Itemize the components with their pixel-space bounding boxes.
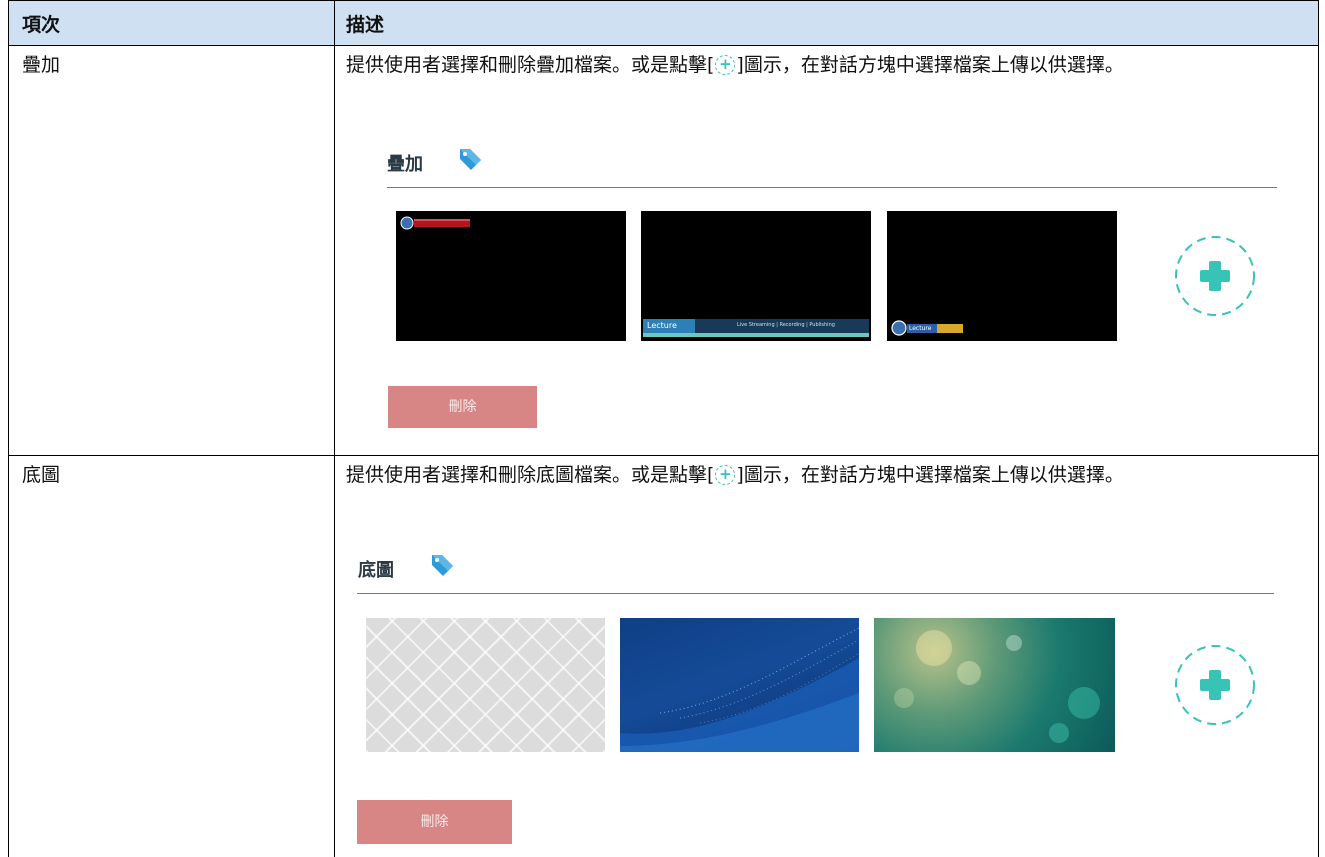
description-text-start: 提供使用者選擇和刪除底圖檔案。或是點擊[ xyxy=(346,464,715,486)
overlay-ticker-label: Live Streaming | Recording | Publishing xyxy=(737,322,835,328)
overlay-thumbnail[interactable]: Lecture xyxy=(887,211,1117,341)
delete-button[interactable]: 刪除 xyxy=(388,386,537,428)
row-description: 提供使用者選擇和刪除底圖檔案。或是點擊[+]圖示，在對話方塊中選擇檔案上傳以供選… xyxy=(346,461,1296,489)
panel-divider xyxy=(387,187,1277,188)
overlay-lecture-small-label: Lecture xyxy=(909,325,932,332)
header-item: 項次 xyxy=(22,14,61,36)
background-thumbnail[interactable] xyxy=(366,618,605,752)
description-text-end: ]圖示，在對話方塊中選擇檔案上傳以供選擇。 xyxy=(736,54,1124,76)
description-text-end: ]圖示，在對話方塊中選擇檔案上傳以供選擇。 xyxy=(736,464,1124,486)
overlay-banner-graphic xyxy=(400,216,470,230)
tag-icon xyxy=(460,149,481,170)
row-item-label: 疊加 xyxy=(22,54,61,76)
table-border-right xyxy=(1318,0,1319,857)
add-circle-icon[interactable] xyxy=(1173,643,1257,727)
delete-button[interactable]: 刪除 xyxy=(357,800,512,844)
tag-icon xyxy=(432,555,453,576)
table-border-left xyxy=(8,0,9,857)
bokeh-graphic xyxy=(894,630,1100,743)
plus-circle-icon: + xyxy=(715,465,736,485)
add-circle-icon[interactable] xyxy=(1173,234,1257,318)
panel-title: 底圖 xyxy=(358,560,394,581)
wave-graphic xyxy=(620,627,859,752)
table-column-divider xyxy=(334,0,335,857)
lower-third-accent xyxy=(643,333,869,337)
header-description: 描述 xyxy=(346,14,385,36)
overlay-thumbnail[interactable] xyxy=(396,211,626,341)
row-item-label: 底圖 xyxy=(22,464,61,486)
row-description: 提供使用者選擇和刪除疊加檔案。或是點擊[+]圖示，在對話方塊中選擇檔案上傳以供選… xyxy=(346,51,1296,79)
table-header-background xyxy=(9,1,1318,45)
description-text-start: 提供使用者選擇和刪除疊加檔案。或是點擊[ xyxy=(346,54,715,76)
table-header-divider xyxy=(8,45,1319,46)
overlay-thumbnail[interactable]: Lecture Live Streaming | Recording | Pub… xyxy=(641,211,871,341)
overlay-lecture-label: Lecture xyxy=(647,321,677,330)
panel-title: 疊加 xyxy=(387,154,423,175)
table-border-top xyxy=(8,0,1319,1)
table-row-divider xyxy=(8,455,1319,456)
background-thumbnail[interactable] xyxy=(874,618,1115,752)
background-thumbnail[interactable] xyxy=(620,618,859,752)
plus-circle-icon: + xyxy=(715,55,736,75)
panel-divider xyxy=(357,593,1274,594)
